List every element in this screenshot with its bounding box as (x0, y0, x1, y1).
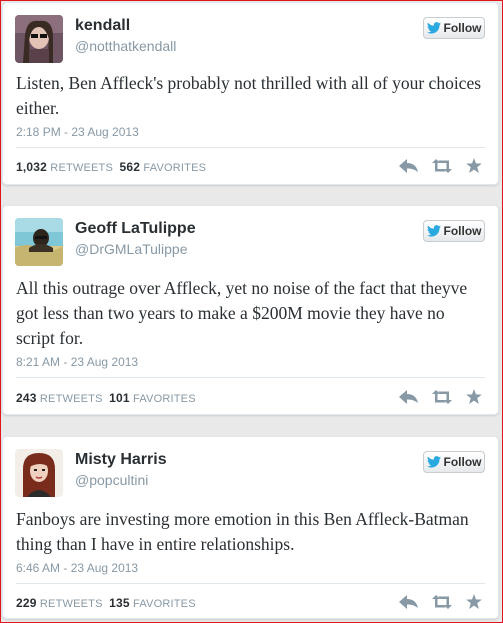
favorite-count[interactable]: 135 (109, 596, 130, 610)
retweet-icon[interactable] (432, 389, 452, 404)
twitter-bird-icon (426, 225, 441, 237)
divider (16, 583, 485, 584)
tweet-text: Fanboys are investing more emotion in th… (16, 509, 469, 554)
retweets-label: RETWEETS (50, 162, 114, 174)
tweet-timestamp[interactable]: 8:21 AM - 23 Aug 2013 (16, 355, 138, 369)
retweet-count[interactable]: 1,032 (16, 160, 47, 174)
follow-label: Follow (443, 455, 482, 469)
tweet-stats: 1,032 RETWEETS 562 FAVORITES (16, 160, 206, 174)
tweet-card: Misty Harris @popcultini Follow Fanboys … (2, 436, 499, 619)
retweet-icon[interactable] (432, 594, 452, 609)
tweet-timestamp[interactable]: 6:46 AM - 23 Aug 2013 (16, 561, 138, 575)
tweet-actions (399, 389, 482, 404)
divider (16, 147, 485, 148)
follow-label: Follow (443, 21, 482, 35)
user-handle[interactable]: @DrGMLaTulippe (75, 241, 188, 257)
follow-button[interactable]: Follow (423, 451, 485, 473)
reply-icon[interactable] (399, 158, 418, 173)
avatar[interactable] (15, 15, 63, 63)
tweet-text: All this outrage over Affleck, yet no no… (16, 278, 468, 348)
retweet-icon[interactable] (432, 158, 452, 173)
reply-icon[interactable] (399, 594, 418, 609)
tweet-card: kendall @notthatkendall Follow Listen, B… (2, 2, 499, 185)
retweet-count[interactable]: 229 (16, 596, 37, 610)
tweet-actions (399, 594, 482, 609)
user-name[interactable]: Geoff LaTulippe (75, 220, 196, 238)
favorites-label: FAVORITES (133, 598, 196, 610)
favorite-star-icon[interactable] (466, 594, 482, 609)
tweet-actions (399, 158, 482, 173)
follow-label: Follow (443, 224, 482, 238)
tweet-stats: 229 RETWEETS 135 FAVORITES (16, 596, 196, 610)
favorite-star-icon[interactable] (466, 158, 482, 173)
favorites-label: FAVORITES (143, 162, 207, 174)
favorite-count[interactable]: 101 (109, 391, 130, 405)
user-name[interactable]: kendall (75, 17, 130, 35)
retweets-label: RETWEETS (39, 393, 103, 405)
tweet-stats: 243 RETWEETS 101 FAVORITES (16, 391, 196, 405)
avatar[interactable] (15, 218, 63, 266)
tweet-text: Listen, Ben Affleck's probably not thril… (16, 73, 482, 118)
user-handle[interactable]: @popcultini (75, 472, 148, 488)
twitter-bird-icon (426, 456, 441, 468)
follow-button[interactable]: Follow (423, 17, 485, 39)
divider (16, 377, 485, 378)
user-name[interactable]: Misty Harris (75, 451, 167, 469)
retweets-label: RETWEETS (39, 598, 103, 610)
favorite-count[interactable]: 562 (120, 160, 141, 174)
user-handle[interactable]: @notthatkendall (75, 38, 176, 54)
avatar[interactable] (15, 449, 63, 497)
favorite-star-icon[interactable] (466, 389, 482, 404)
twitter-bird-icon (426, 22, 441, 34)
favorites-label: FAVORITES (133, 393, 196, 405)
retweet-count[interactable]: 243 (16, 391, 37, 405)
follow-button[interactable]: Follow (423, 220, 485, 242)
reply-icon[interactable] (399, 389, 418, 404)
tweet-card: Geoff LaTulippe @DrGMLaTulippe Follow Al… (2, 205, 499, 415)
tweet-timestamp[interactable]: 2:18 PM - 23 Aug 2013 (16, 125, 139, 139)
